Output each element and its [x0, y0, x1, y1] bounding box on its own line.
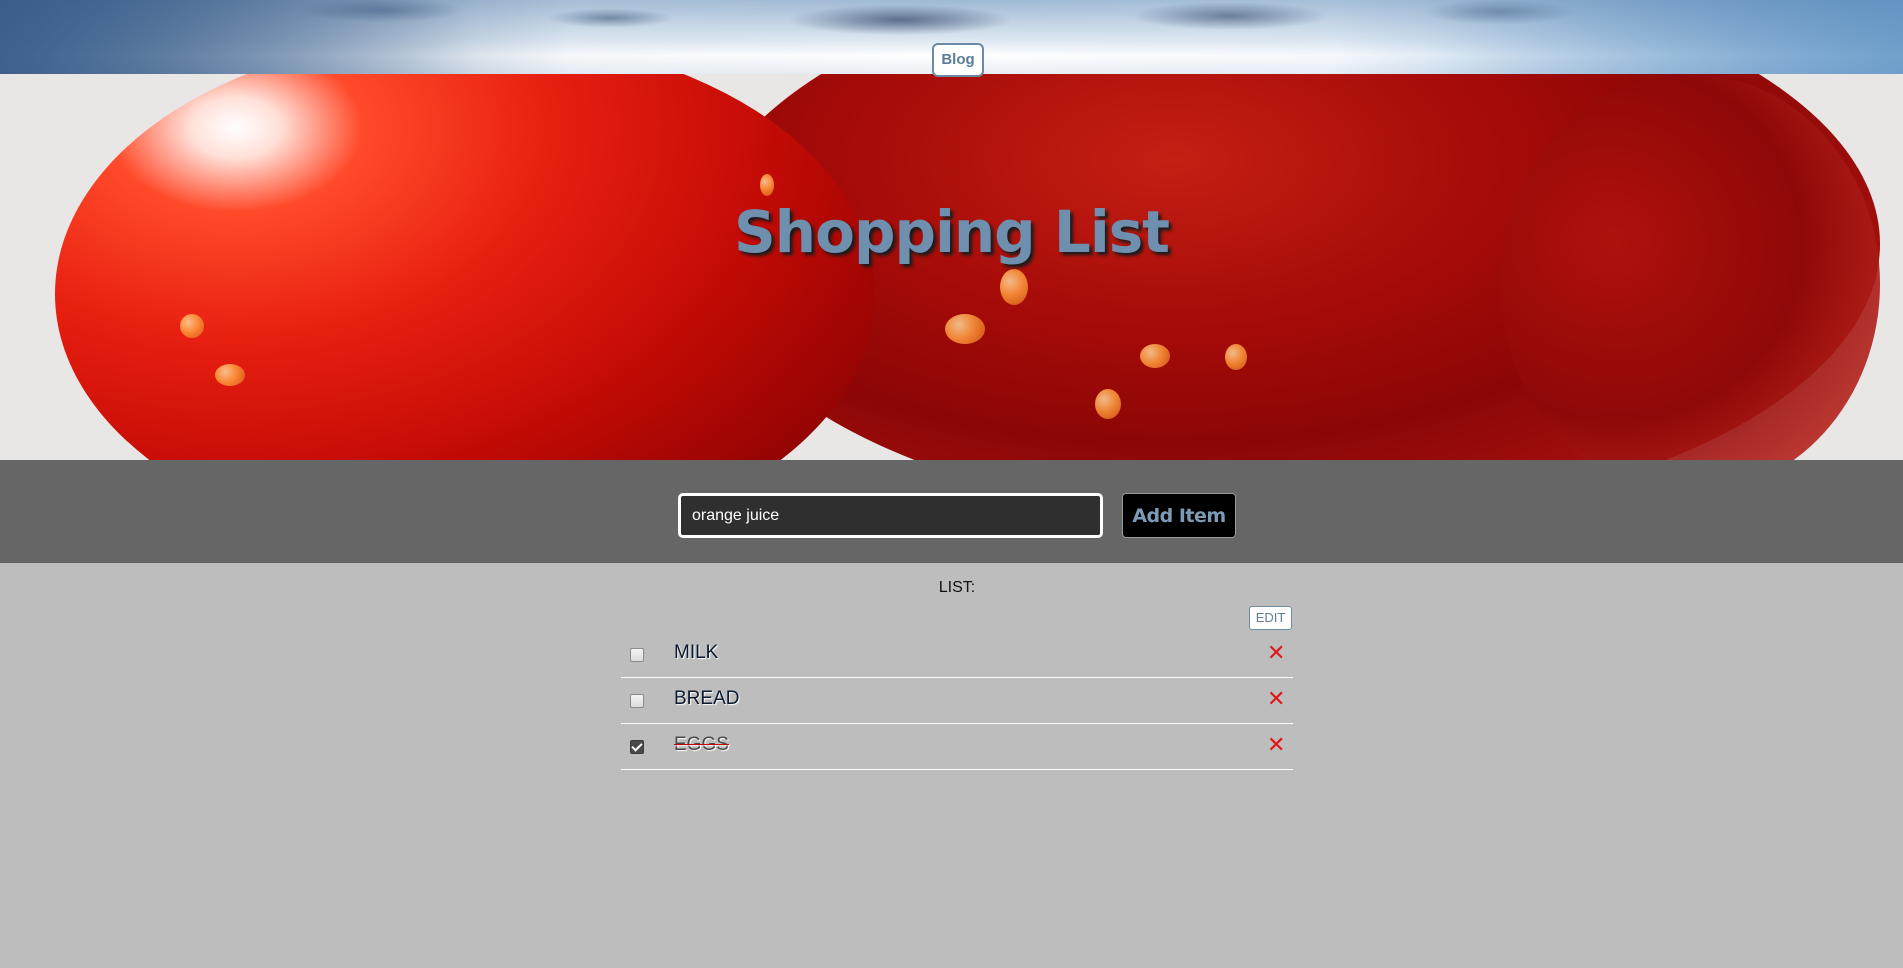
droplet [215, 364, 245, 386]
delete-icon[interactable]: ✕ [1267, 640, 1285, 666]
droplet [1095, 389, 1121, 419]
item-label: EGGS [674, 734, 729, 755]
blog-button[interactable]: Blog [932, 43, 984, 77]
item-checkbox[interactable] [630, 740, 644, 754]
edit-button[interactable]: EDIT [1249, 606, 1292, 630]
delete-icon[interactable]: ✕ [1267, 686, 1285, 712]
item-label: BREAD [674, 688, 740, 709]
tomato-image-left [55, 74, 875, 460]
droplet [945, 314, 985, 344]
item-checkbox[interactable] [630, 694, 644, 708]
item-label: MILK [674, 642, 719, 663]
droplet [760, 174, 774, 196]
list-item: MILK ✕ [621, 632, 1293, 678]
droplet [1000, 269, 1028, 305]
item-list: MILK ✕ BREAD ✕ EGGS ✕ [621, 632, 1293, 770]
droplet [180, 314, 204, 338]
droplet [1140, 344, 1170, 368]
item-input[interactable] [678, 493, 1103, 538]
list-item: BREAD ✕ [621, 678, 1293, 724]
page-title: Shopping List [734, 198, 1170, 266]
hero-banner: Shopping List [0, 74, 1903, 460]
item-checkbox[interactable] [630, 648, 644, 662]
list-item: EGGS ✕ [621, 724, 1293, 770]
add-item-bar: Add Item [0, 460, 1903, 563]
add-item-button[interactable]: Add Item [1122, 493, 1236, 538]
list-heading: LIST: [938, 579, 976, 596]
delete-icon[interactable]: ✕ [1267, 732, 1285, 758]
droplet [1225, 344, 1247, 370]
